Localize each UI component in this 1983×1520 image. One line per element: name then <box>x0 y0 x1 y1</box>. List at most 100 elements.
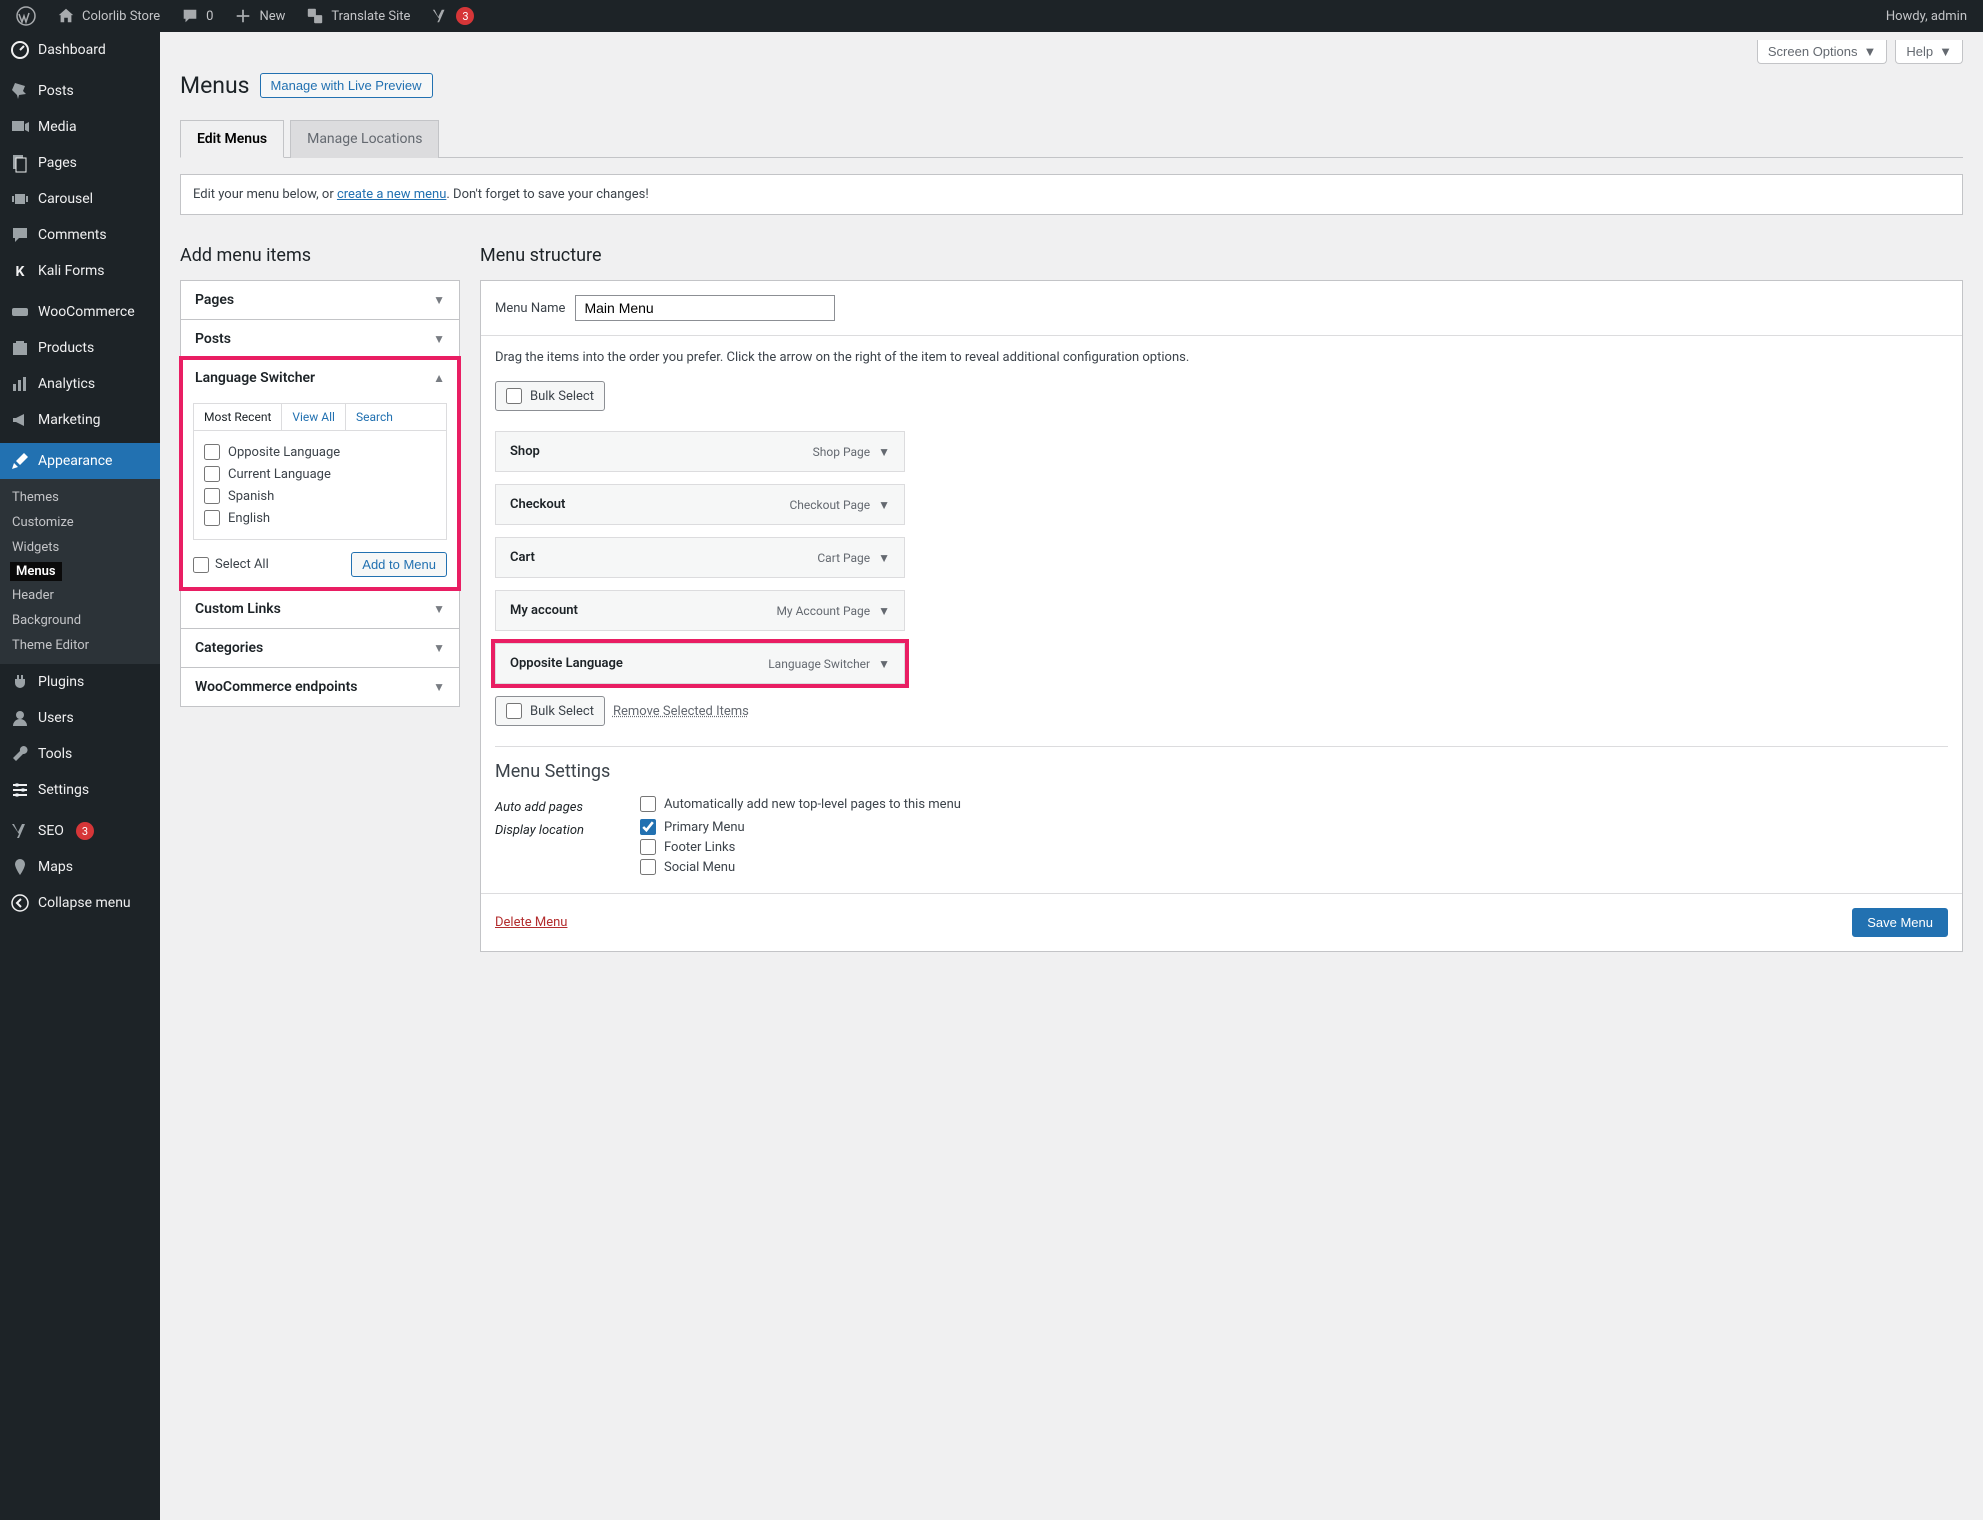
edit-notice: Edit your menu below, or create a new me… <box>180 174 1963 215</box>
sidebar-item-dashboard[interactable]: Dashboard <box>0 32 160 68</box>
tab-search[interactable]: Search <box>346 404 403 430</box>
menu-structure-box: Menu Name Drag the items into the order … <box>480 280 1963 952</box>
tab-manage-locations[interactable]: Manage Locations <box>290 120 439 158</box>
chevron-down-icon: ▼ <box>433 680 445 694</box>
tab-view-all[interactable]: View All <box>282 404 346 430</box>
menu-settings-title: Menu Settings <box>495 761 1948 782</box>
pages-icon <box>10 153 30 173</box>
loc-social[interactable]: Social Menu <box>640 859 745 875</box>
live-preview-button[interactable]: Manage with Live Preview <box>260 73 433 98</box>
chevron-down-icon: ▼ <box>433 641 445 655</box>
sidebar-item-woocommerce[interactable]: WooCommerce <box>0 294 160 330</box>
sidebar-item-pages[interactable]: Pages <box>0 145 160 181</box>
kali-icon: K <box>10 261 30 281</box>
admin-sidebar: Dashboard Posts Media Pages Carousel Com… <box>0 32 160 1520</box>
sub-item-customize[interactable]: Customize <box>0 510 160 535</box>
sidebar-item-tools[interactable]: Tools <box>0 736 160 772</box>
sidebar-item-carousel[interactable]: Carousel <box>0 181 160 217</box>
howdy-link[interactable]: Howdy, admin <box>1878 0 1975 32</box>
tab-most-recent[interactable]: Most Recent <box>194 404 282 430</box>
acc-posts[interactable]: Posts▼ <box>181 320 459 358</box>
sub-item-menus[interactable]: Menus <box>10 562 62 581</box>
sub-item-theme-editor[interactable]: Theme Editor <box>0 633 160 658</box>
lang-opt-current[interactable]: Current Language <box>204 463 436 485</box>
select-all-lang[interactable]: Select All <box>193 557 269 573</box>
tab-edit-menus[interactable]: Edit Menus <box>180 120 284 158</box>
seo-badge: 3 <box>76 822 94 840</box>
acc-language-switcher[interactable]: Language Switcher▲ <box>181 359 459 397</box>
acc-custom-links[interactable]: Custom Links▼ <box>181 590 459 628</box>
site-name-link[interactable]: Colorlib Store <box>48 0 168 32</box>
create-menu-link[interactable]: create a new menu <box>337 187 446 202</box>
sub-item-background[interactable]: Background <box>0 608 160 633</box>
sub-item-themes[interactable]: Themes <box>0 485 160 510</box>
wp-logo[interactable] <box>8 0 44 32</box>
chevron-down-icon: ▼ <box>878 657 890 671</box>
map-icon <box>10 857 30 877</box>
chevron-down-icon: ▼ <box>878 551 890 565</box>
loc-primary[interactable]: Primary Menu <box>640 819 745 835</box>
appearance-submenu: Themes Customize Widgets Menus Header Ba… <box>0 479 160 664</box>
add-to-menu-button[interactable]: Add to Menu <box>351 552 447 577</box>
help-button[interactable]: Help▼ <box>1895 40 1963 64</box>
menu-name-input[interactable] <box>575 295 835 321</box>
translate-link[interactable]: Translate Site <box>297 0 418 32</box>
sidebar-item-seo[interactable]: SEO3 <box>0 813 160 849</box>
menu-structure-title: Menu structure <box>480 245 1963 266</box>
lang-opt-spanish[interactable]: Spanish <box>204 485 436 507</box>
sidebar-item-users[interactable]: Users <box>0 700 160 736</box>
menu-item-checkout[interactable]: Checkout Checkout Page▼ <box>495 484 905 525</box>
lang-options-list: Opposite Language Current Language Spani… <box>193 430 447 540</box>
chevron-up-icon: ▲ <box>433 371 445 385</box>
save-menu-button[interactable]: Save Menu <box>1852 908 1948 937</box>
remove-selected-link[interactable]: Remove Selected Items <box>613 704 749 719</box>
chevron-down-icon: ▼ <box>878 445 890 459</box>
new-content-link[interactable]: New <box>225 0 293 32</box>
sidebar-item-kaliforms[interactable]: KKali Forms <box>0 253 160 289</box>
howdy-text: Howdy, admin <box>1886 9 1967 24</box>
acc-pages[interactable]: Pages▼ <box>181 281 459 319</box>
bulk-select-bottom[interactable]: Bulk Select <box>495 696 605 726</box>
chevron-down-icon: ▼ <box>433 602 445 616</box>
admin-bar: Colorlib Store 0 New Translate Site 3 Ho… <box>0 0 1983 32</box>
dashboard-icon <box>10 40 30 60</box>
brush-icon <box>10 451 30 471</box>
page-title: Menus <box>180 72 250 99</box>
products-icon <box>10 338 30 358</box>
sidebar-item-maps[interactable]: Maps <box>0 849 160 885</box>
acc-categories[interactable]: Categories▼ <box>181 629 459 667</box>
sidebar-item-comments[interactable]: Comments <box>0 217 160 253</box>
sidebar-item-posts[interactable]: Posts <box>0 73 160 109</box>
sidebar-item-analytics[interactable]: Analytics <box>0 366 160 402</box>
menu-item-cart[interactable]: Cart Cart Page▼ <box>495 537 905 578</box>
sidebar-item-media[interactable]: Media <box>0 109 160 145</box>
site-name: Colorlib Store <box>82 9 160 24</box>
bulk-select-top[interactable]: Bulk Select <box>495 381 605 411</box>
menu-item-myaccount[interactable]: My account My Account Page▼ <box>495 590 905 631</box>
pin-icon <box>10 81 30 101</box>
sliders-icon <box>10 780 30 800</box>
menu-item-opposite-language[interactable]: Opposite Language Language Switcher▼ <box>495 643 905 684</box>
acc-woo-endpoints[interactable]: WooCommerce endpoints▼ <box>181 668 459 706</box>
sub-item-header[interactable]: Header <box>0 583 160 608</box>
svg-text:K: K <box>16 264 25 280</box>
screen-options-button[interactable]: Screen Options▼ <box>1757 40 1887 64</box>
sidebar-item-collapse[interactable]: Collapse menu <box>0 885 160 921</box>
sidebar-item-marketing[interactable]: Marketing <box>0 402 160 438</box>
sidebar-item-settings[interactable]: Settings <box>0 772 160 808</box>
sub-item-widgets[interactable]: Widgets <box>0 535 160 560</box>
comments-link[interactable]: 0 <box>172 0 221 32</box>
lang-opt-opposite[interactable]: Opposite Language <box>204 441 436 463</box>
auto-add-checkbox[interactable]: Automatically add new top-level pages to… <box>640 796 961 812</box>
delete-menu-link[interactable]: Delete Menu <box>495 915 567 930</box>
menu-item-shop[interactable]: Shop Shop Page▼ <box>495 431 905 472</box>
lang-opt-english[interactable]: English <box>204 507 436 529</box>
sidebar-item-plugins[interactable]: Plugins <box>0 664 160 700</box>
sidebar-item-products[interactable]: Products <box>0 330 160 366</box>
media-icon <box>10 117 30 137</box>
sidebar-item-appearance[interactable]: Appearance <box>0 443 160 479</box>
loc-footer[interactable]: Footer Links <box>640 839 745 855</box>
yoast-link[interactable]: 3 <box>422 0 482 32</box>
new-label: New <box>259 9 285 24</box>
woo-icon <box>10 302 30 322</box>
